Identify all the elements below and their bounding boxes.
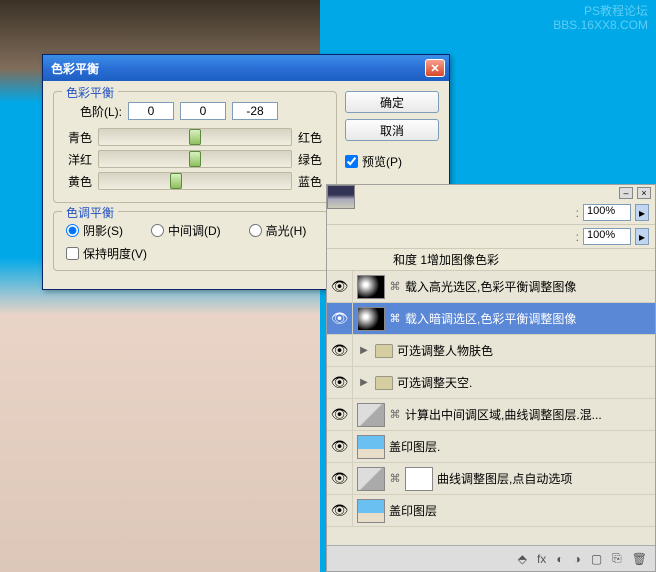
label-blue: 蓝色 [298,173,328,190]
adjustment-icon[interactable]: ◑ [574,552,581,566]
curves-thumb-icon [357,467,385,491]
link-icon: ⌘ [389,280,401,293]
label-green: 绿色 [298,151,328,168]
layer-name: 可选调整天空. [397,374,651,391]
opacity-row-1: : 100% ▸ [327,201,655,225]
levels-label: 色阶(L): [80,103,122,120]
level-input-1[interactable] [180,102,226,120]
visibility-icon[interactable]: 👁 [327,463,353,494]
dialog-title: 色彩平衡 [47,60,425,77]
level-input-2[interactable] [232,102,278,120]
minimize-icon[interactable]: – [619,187,633,199]
layer-row[interactable]: 👁 盖印图层 [327,495,655,527]
link-icon: ⌘ [389,312,401,325]
disclosure-icon[interactable]: ▶ [357,377,371,388]
cancel-button[interactable]: 取消 [345,119,439,141]
tone-balance-group: 色调平衡 阴影(S) 中间调(D) 高光(H) 保持明度(V) [53,211,337,271]
layer-row[interactable]: 👁 盖印图层. [327,431,655,463]
opacity-row-2: : 100% ▸ [327,225,655,249]
panel-controls: – × [327,185,655,201]
layers-bottom-bar: ⬘ fx ◐ ◑ ▢ ⎘ 🗑 [327,545,655,571]
visibility-icon[interactable]: 👁 [327,303,353,334]
layer-list: 👁 ⌘ 载入高光选区,色彩平衡调整图像 👁 ⌘ 载入暗调选区,色彩平衡调整图像 … [327,271,655,545]
mask-thumb-icon [405,467,433,491]
mask-icon[interactable]: ◐ [556,552,563,566]
visibility-icon[interactable]: 👁 [327,495,353,526]
layer-name: 曲线调整图层,点自动选项 [437,470,651,487]
slider-yellow-blue[interactable] [98,172,292,190]
close-panel-icon[interactable]: × [637,187,651,199]
layer-caption: 和度 1增加图像色彩 [327,249,655,271]
link-layers-icon[interactable]: ⬘ [518,552,527,566]
layer-name: 盖印图层. [389,438,651,455]
layer-name: 计算出中间调区域,曲线调整图层.混... [405,406,651,423]
visibility-icon[interactable]: 👁 [327,431,353,462]
opacity-stepper-2[interactable]: ▸ [635,228,649,245]
curves-thumb-icon [357,403,385,427]
fx-icon[interactable]: fx [537,552,546,566]
layer-row[interactable]: 👁 ⌘ 载入高光选区,色彩平衡调整图像 [327,271,655,303]
visibility-icon[interactable]: 👁 [327,271,353,302]
label-yellow: 黄色 [62,173,92,190]
visibility-icon[interactable]: 👁 [327,335,353,366]
radio-midtones[interactable]: 中间调(D) [151,222,221,239]
radio-shadows[interactable]: 阴影(S) [66,222,123,239]
slider-cyan-red[interactable] [98,128,292,146]
layer-row[interactable]: 👁 ⌘ 载入暗调选区,色彩平衡调整图像 [327,303,655,335]
layer-row[interactable]: 👁 ⌘ 计算出中间调区域,曲线调整图层.混... [327,399,655,431]
trash-icon[interactable]: 🗑 [632,552,647,566]
radio-highlights[interactable]: 高光(H) [249,222,307,239]
label-red: 红色 [298,129,328,146]
folder-icon [375,376,393,390]
adjustment-thumb-icon [357,275,385,299]
opacity-stepper-1[interactable]: ▸ [635,204,649,221]
disclosure-icon[interactable]: ▶ [357,345,371,356]
ok-button[interactable]: 确定 [345,91,439,113]
layer-name: 可选调整人物肤色 [397,342,651,359]
layer-row[interactable]: 👁 ⌘ 曲线调整图层,点自动选项 [327,463,655,495]
close-button[interactable]: ✕ [425,59,445,77]
checkbox-preview[interactable]: 预览(P) [345,153,439,170]
folder-icon [375,344,393,358]
legend-color-balance: 色彩平衡 [62,84,118,101]
legend-tone-balance: 色调平衡 [62,204,118,221]
label-cyan: 青色 [62,129,92,146]
image-thumb-icon [357,435,385,459]
adjustment-thumb-icon [357,307,385,331]
layer-name: 盖印图层 [389,502,651,519]
layer-name: 载入高光选区,色彩平衡调整图像 [405,278,651,295]
link-icon: ⌘ [389,472,401,485]
opacity-value-1[interactable]: 100% [583,204,631,221]
group-icon[interactable]: ▢ [591,552,602,566]
watermark: PS教程论坛 BBS.16XX8.COM [553,4,648,33]
layer-row[interactable]: 👁 ▶ 可选调整天空. [327,367,655,399]
label-magenta: 洋红 [62,151,92,168]
visibility-icon[interactable]: 👁 [327,399,353,430]
visibility-icon[interactable]: 👁 [327,367,353,398]
link-icon: ⌘ [389,408,401,421]
image-thumb-icon [357,499,385,523]
dialog-titlebar[interactable]: 色彩平衡 ✕ [43,55,449,81]
layer-name: 载入暗调选区,色彩平衡调整图像 [405,310,651,327]
color-balance-group: 色彩平衡 色阶(L): 青色 红色 洋红 绿色 [53,91,337,203]
level-input-0[interactable] [128,102,174,120]
layers-panel: – × : 100% ▸ : 100% ▸ 和度 1增加图像色彩 👁 ⌘ 载入高… [326,184,656,572]
new-layer-icon[interactable]: ⎘ [612,551,622,566]
checkbox-preserve-luminosity[interactable]: 保持明度(V) [66,245,328,262]
slider-magenta-green[interactable] [98,150,292,168]
opacity-value-2[interactable]: 100% [583,228,631,245]
layer-row[interactable]: 👁 ▶ 可选调整人物肤色 [327,335,655,367]
